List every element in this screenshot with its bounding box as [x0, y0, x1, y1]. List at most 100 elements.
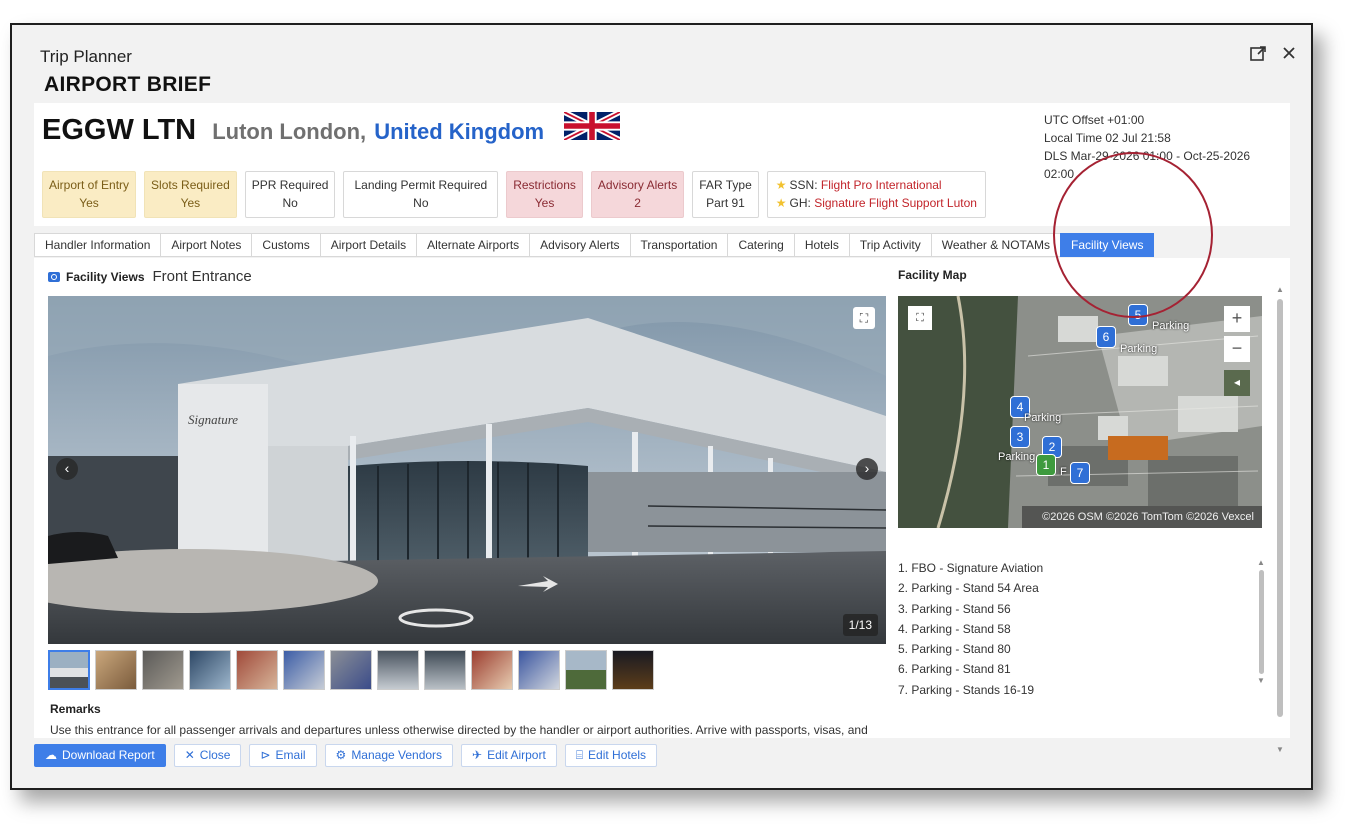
facility-photo[interactable]: Signature ‹ › ⛶ 1/13	[48, 296, 886, 644]
close-button[interactable]: ✕ Close	[173, 744, 242, 767]
tab-catering[interactable]: Catering	[727, 233, 794, 257]
email-button[interactable]: ⊳ Email	[249, 744, 317, 767]
zoom-in-button[interactable]: +	[1224, 306, 1250, 332]
scroll-down-icon[interactable]: ▼	[1276, 745, 1284, 754]
button-label: Download Report	[62, 748, 155, 762]
iata-code: LTN	[141, 114, 197, 146]
main-scrollbar[interactable]: ▲ ▼	[1274, 285, 1286, 760]
thumbnail-2[interactable]	[95, 650, 137, 690]
star-icon: ★	[775, 196, 787, 210]
scrollbar-thumb[interactable]	[1277, 299, 1283, 717]
badge-label: Landing Permit Required	[354, 178, 488, 192]
poi-list-scrollbar[interactable]: ▲ ▼	[1257, 558, 1265, 685]
list-item[interactable]: 6. Parking - Stand 81	[898, 659, 1260, 679]
thumbnail-1[interactable]	[48, 650, 90, 690]
scroll-up-icon[interactable]: ▲	[1276, 285, 1284, 294]
icao-code: EGGW	[42, 114, 134, 146]
vendor-ssn[interactable]: ★ SSN: Flight Pro International	[776, 176, 977, 194]
tab-trip-activity[interactable]: Trip Activity	[848, 233, 931, 257]
thumbnail-12[interactable]	[565, 650, 607, 690]
thumbnail-4[interactable]	[189, 650, 231, 690]
map-pin-5[interactable]: 5	[1128, 304, 1148, 326]
vendor-prefix: SSN:	[789, 178, 821, 192]
scroll-up-icon[interactable]: ▲	[1257, 558, 1265, 567]
tab-facility-views[interactable]: Facility Views	[1060, 233, 1155, 257]
list-item[interactable]: 1. FBO - Signature Aviation	[898, 558, 1260, 578]
vendor-prefix: GH:	[789, 196, 815, 210]
map-pin-3[interactable]: 3	[1010, 426, 1030, 448]
tab-handler-information[interactable]: Handler Information	[34, 233, 161, 257]
scroll-down-icon[interactable]: ▼	[1257, 676, 1265, 685]
manage-vendors-button[interactable]: ⚙ Manage Vendors	[324, 744, 454, 767]
tab-weather-notams[interactable]: Weather & NOTAMs	[930, 233, 1060, 257]
vendor-gh[interactable]: ★ GH: Signature Flight Support Luton	[776, 194, 977, 212]
close-icon[interactable]	[1281, 45, 1297, 68]
badge-advisory-alerts[interactable]: Advisory Alerts 2	[590, 171, 685, 218]
tab-alternate-airports[interactable]: Alternate Airports	[416, 233, 530, 257]
local-time: Local Time 02 Jul 21:58	[1044, 131, 1171, 145]
list-item[interactable]: 2. Parking - Stand 54 Area	[898, 578, 1260, 598]
map-fullscreen-icon[interactable]: ⛶	[908, 306, 932, 330]
thumbnail-11[interactable]	[518, 650, 560, 690]
edit-hotels-button[interactable]: ⌸ Edit Hotels	[564, 744, 658, 767]
button-label: Edit Airport	[487, 748, 546, 762]
tab-airport-notes[interactable]: Airport Notes	[160, 233, 252, 257]
svg-text:Signature: Signature	[188, 412, 238, 427]
footer-actions: ☁ Download Report ✕ Close ⊳ Email ⚙ Manage V…	[34, 744, 658, 767]
map-pin-6[interactable]: 6	[1096, 326, 1116, 348]
remarks-title: Remarks	[50, 702, 101, 716]
scrollbar-thumb[interactable]	[1259, 570, 1264, 674]
thumbnail-3[interactable]	[142, 650, 184, 690]
tab-customs[interactable]: Customs	[251, 233, 320, 257]
facility-map[interactable]: ⛶ + − ◂ 5 Parking 6 Parking 4 Parking 3 …	[898, 296, 1262, 528]
thumbnail-9[interactable]	[424, 650, 466, 690]
badge-value: Yes	[534, 196, 555, 210]
tab-airport-details[interactable]: Airport Details	[319, 233, 417, 257]
thumbnail-13[interactable]	[612, 650, 654, 690]
external-link-icon[interactable]	[1249, 45, 1267, 68]
remarks-text: Use this entrance for all passenger arri…	[50, 723, 868, 737]
satellite-map-illustration	[898, 296, 1262, 528]
badge-label: Airport of Entry	[49, 178, 130, 192]
list-item[interactable]: 5. Parking - Stand 80	[898, 639, 1260, 659]
thumbnail-8[interactable]	[377, 650, 419, 690]
section-tabs: Handler Information Airport Notes Custom…	[34, 233, 1155, 257]
next-photo-button[interactable]: ›	[856, 458, 878, 480]
photo-thumbnails	[48, 650, 654, 690]
thumbnail-7[interactable]	[330, 650, 372, 690]
tab-transportation[interactable]: Transportation	[629, 233, 728, 257]
star-icon: ★	[775, 178, 787, 192]
download-report-button[interactable]: ☁ Download Report	[34, 744, 166, 767]
facility-poi-list: 1. FBO - Signature Aviation 2. Parking -…	[898, 558, 1260, 698]
thumbnail-6[interactable]	[283, 650, 325, 690]
tab-advisory-alerts[interactable]: Advisory Alerts	[529, 233, 630, 257]
map-pin-1[interactable]: 1	[1036, 454, 1056, 476]
zoom-out-button[interactable]: −	[1224, 336, 1250, 362]
map-layer-toggle-icon[interactable]: ◂	[1224, 370, 1250, 396]
cloud-download-icon: ☁	[45, 748, 57, 762]
badge-slots-required: Slots Required Yes	[144, 171, 237, 218]
thumbnail-5[interactable]	[236, 650, 278, 690]
fullscreen-icon[interactable]: ⛶	[853, 307, 875, 329]
uk-flag-icon	[564, 112, 621, 140]
previous-photo-button[interactable]: ‹	[56, 458, 78, 480]
tab-hotels[interactable]: Hotels	[793, 233, 849, 257]
list-item[interactable]: 4. Parking - Stand 58	[898, 619, 1260, 639]
window-subtitle: AIRPORT BRIEF	[44, 73, 212, 96]
badge-value: Yes	[180, 196, 201, 210]
camera-icon	[48, 271, 60, 282]
status-badges: Airport of Entry Yes Slots Required Yes …	[42, 171, 986, 218]
badge-label: FAR Type	[699, 178, 752, 192]
badge-restrictions[interactable]: Restrictions Yes	[506, 171, 583, 218]
airport-country: United Kingdom	[374, 119, 545, 144]
list-item[interactable]: 7. Parking - Stands 16-19	[898, 680, 1260, 700]
map-pin-7[interactable]: 7	[1070, 462, 1090, 484]
map-pin-label: F	[1060, 466, 1067, 478]
vendor-name: Signature Flight Support Luton	[814, 196, 977, 210]
edit-airport-button[interactable]: ✈ Edit Airport	[461, 744, 557, 767]
thumbnail-10[interactable]	[471, 650, 513, 690]
list-item[interactable]: 3. Parking - Stand 56	[898, 599, 1260, 619]
dls-period: DLS Mar-29-2026 01:00 - Oct-25-2026 02:0…	[1044, 149, 1251, 181]
badge-ppr-required: PPR Required No	[244, 171, 336, 218]
badge-landing-permit: Landing Permit Required No	[343, 171, 499, 218]
